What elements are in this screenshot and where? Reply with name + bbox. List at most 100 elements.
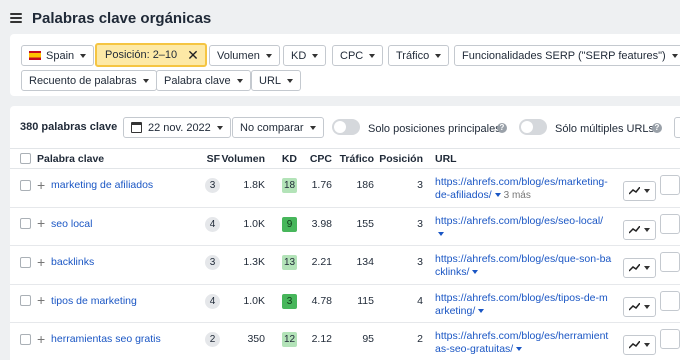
keyword-link[interactable]: marketing de afiliados (51, 179, 153, 191)
trend-icon (629, 302, 640, 311)
keyword-count: 380 palabras clave (20, 121, 118, 133)
filter-cpc-label: CPC (340, 49, 364, 62)
row-action-button[interactable] (660, 213, 680, 234)
keyword-link[interactable]: tipos de marketing (51, 295, 137, 307)
chevron-down-icon (671, 53, 678, 58)
chevron-down-icon (644, 304, 650, 309)
trend-icon (629, 264, 640, 272)
sf-badge[interactable]: 2 (205, 332, 220, 347)
keywords-table: Palabra clave SF Volumen KD CPC Tráfico … (10, 148, 680, 360)
filter-traffic[interactable]: Tráfico (388, 45, 450, 66)
row-checkbox[interactable] (20, 218, 31, 230)
cpc-value: 1.76 (297, 168, 332, 208)
add-keyword-icon[interactable]: + (37, 293, 45, 307)
date-picker[interactable]: 22 nov. 2022 (123, 117, 231, 138)
filter-country-label: Spain (46, 49, 75, 62)
row-checkbox[interactable] (20, 179, 31, 191)
caret-down-icon[interactable] (478, 308, 485, 313)
col-traffic[interactable]: Tráfico (332, 148, 374, 169)
close-icon[interactable]: ✕ (187, 48, 199, 62)
row-action-button[interactable] (660, 252, 680, 272)
filter-url[interactable]: URL (251, 70, 302, 91)
table-row: + backlinks 3 1.3K 13 2.21 134 3 https:/… (10, 245, 680, 285)
select-all-checkbox[interactable] (20, 153, 31, 165)
top-positions-toggle[interactable] (332, 119, 360, 135)
caret-down-icon[interactable] (494, 193, 501, 198)
add-keyword-icon[interactable]: + (37, 255, 45, 269)
page-title: Palabras clave orgánicas (32, 9, 212, 27)
filter-country[interactable]: Spain (21, 45, 95, 66)
url-link[interactable]: https://ahrefs.com/blog/es/herramientas-… (435, 330, 613, 356)
url-link[interactable]: https://ahrefs.com/blog/es/que-son-backl… (435, 253, 613, 279)
col-position[interactable]: Posición (374, 148, 423, 169)
keyword-link[interactable]: seo local (51, 218, 92, 230)
filter-keyword[interactable]: Palabra clave (156, 70, 251, 91)
sf-badge[interactable]: 3 (205, 178, 220, 193)
row-action-button[interactable] (660, 329, 680, 349)
sf-badge[interactable]: 4 (205, 216, 220, 232)
more-urls[interactable]: 3 más (504, 190, 531, 201)
filter-word-count[interactable]: Recuento de palabras (21, 70, 157, 91)
position-value: 3 (374, 207, 423, 246)
trend-button[interactable] (623, 219, 656, 240)
chevron-down-icon (369, 53, 376, 58)
filter-cpc[interactable]: CPC (332, 45, 384, 66)
date-label: 22 nov. 2022 (148, 121, 211, 134)
row-action-button[interactable] (660, 290, 680, 311)
volume-value: 1.8K (220, 168, 265, 208)
sf-badge[interactable]: 3 (205, 255, 220, 270)
add-keyword-icon[interactable]: + (37, 216, 45, 230)
help-icon[interactable]: ? (497, 123, 507, 133)
results-panel: 380 palabras clave 22 nov. 2022 No compa… (10, 106, 680, 360)
add-keyword-icon[interactable]: + (37, 332, 45, 346)
traffic-value: 134 (332, 245, 374, 285)
chevron-down-icon (435, 53, 442, 58)
sf-badge[interactable]: 4 (205, 293, 220, 309)
col-kd[interactable]: KD (265, 148, 297, 169)
table-row: + marketing de afiliados 3 1.8K 18 1.76 … (10, 168, 680, 208)
row-action-button[interactable] (660, 175, 680, 195)
chevron-down-icon (80, 53, 87, 58)
trend-button[interactable] (623, 258, 656, 278)
chevron-down-icon (216, 125, 223, 130)
col-volume[interactable]: Volumen (220, 148, 265, 169)
compare-select[interactable]: No comparar (232, 117, 324, 138)
page-header: Palabras clave orgánicas (0, 0, 680, 36)
kd-badge: 12 (282, 332, 297, 347)
compare-label: No comparar (240, 121, 304, 134)
row-checkbox[interactable] (20, 256, 31, 268)
trend-button[interactable] (623, 181, 656, 201)
table-header-row: Palabra clave SF Volumen KD CPC Tráfico … (10, 148, 680, 169)
row-checkbox[interactable] (20, 333, 31, 345)
volume-value: 350 (220, 322, 265, 360)
chevron-down-icon (287, 78, 294, 83)
menu-icon[interactable] (10, 13, 22, 23)
trend-button[interactable] (623, 296, 656, 317)
chevron-down-icon (236, 78, 243, 83)
caret-down-icon[interactable] (472, 270, 479, 275)
url-link[interactable]: https://ahrefs.com/blog/es/marketing-de-… (435, 176, 613, 202)
multiple-urls-toggle[interactable] (519, 119, 547, 135)
filter-kd[interactable]: KD (283, 45, 327, 66)
row-checkbox[interactable] (20, 295, 31, 307)
kd-badge: 3 (282, 293, 297, 309)
help-icon[interactable]: ? (652, 123, 662, 133)
col-keyword[interactable]: Palabra clave (37, 148, 192, 169)
add-keyword-icon[interactable]: + (37, 178, 45, 192)
filter-volume[interactable]: Volumen (209, 45, 280, 66)
caret-down-icon[interactable] (516, 347, 523, 352)
caret-down-icon[interactable] (438, 231, 444, 236)
keyword-link[interactable]: backlinks (51, 256, 94, 268)
trend-button[interactable] (623, 335, 656, 355)
toolbar-button-partial[interactable] (674, 117, 680, 138)
col-cpc[interactable]: CPC (297, 148, 332, 169)
keyword-link[interactable]: herramientas seo gratis (51, 333, 161, 345)
filter-position[interactable]: Posición: 2–10 ✕ (95, 43, 207, 67)
url-link[interactable]: https://ahrefs.com/blog/es/tipos-de-mark… (435, 292, 613, 318)
filter-serp-features[interactable]: Funcionalidades SERP ("SERP features") (454, 45, 680, 66)
url-link[interactable]: https://ahrefs.com/blog/es/seo-local/ (435, 215, 613, 241)
filter-position-label: Posición: 2–10 (105, 49, 178, 61)
traffic-value: 186 (332, 168, 374, 208)
col-url[interactable]: URL (435, 148, 623, 169)
col-sf[interactable]: SF (192, 148, 220, 169)
